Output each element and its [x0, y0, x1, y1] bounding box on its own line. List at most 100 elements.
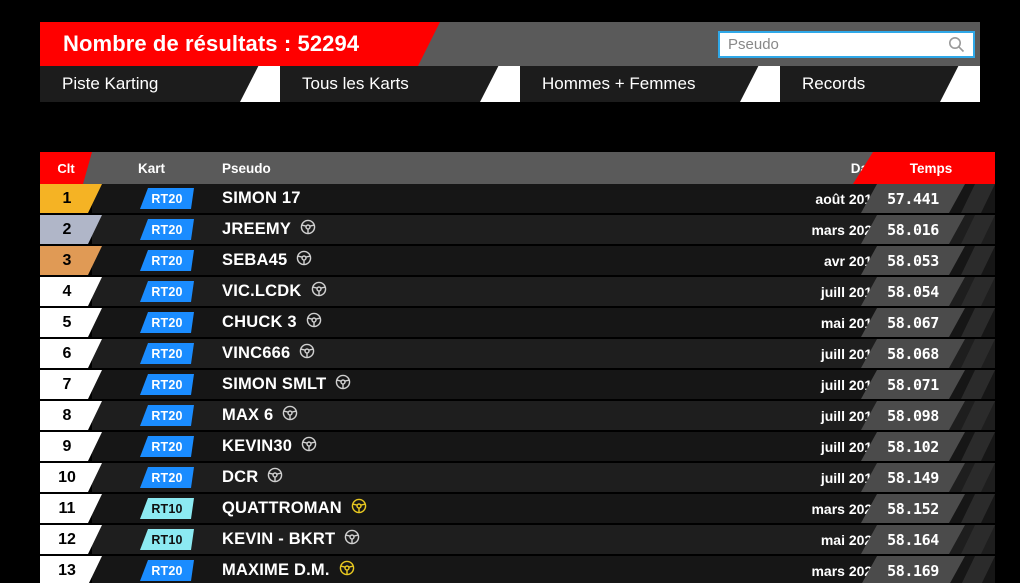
- pseudo-value: CHUCK 3: [222, 313, 297, 331]
- kart-badge: RT20: [140, 188, 194, 209]
- time-cell: 58.152: [853, 494, 995, 523]
- time-cell: 58.053: [853, 246, 995, 275]
- kart-badge: RT10: [140, 529, 194, 550]
- rank-value: 3: [62, 251, 72, 269]
- column-header-kart-label: Kart: [138, 160, 166, 176]
- pseudo-cell: VINC666: [222, 339, 315, 368]
- date-cell: mars 2022: [660, 556, 880, 583]
- search-icon[interactable]: [943, 35, 969, 55]
- time-chevron-icon: [961, 184, 995, 213]
- time-cell: 58.016: [853, 215, 995, 244]
- tab-records[interactable]: Records: [780, 66, 940, 102]
- time-chevron-icon: [961, 339, 995, 368]
- time-slab: 58.071: [861, 370, 965, 399]
- tab-separator-icon: [480, 66, 520, 102]
- tab-separator-icon: [240, 66, 280, 102]
- table-header-row: Clt Kart Pseudo Date Temps: [40, 152, 995, 184]
- time-cell: 58.067: [853, 308, 995, 337]
- tab-hommes-femmes[interactable]: Hommes + Femmes: [520, 66, 740, 102]
- time-slab: 58.149: [861, 463, 965, 492]
- time-cell: 58.164: [853, 525, 995, 554]
- kart-badge: RT20: [140, 436, 194, 457]
- tab-separator-icon: [740, 66, 780, 102]
- table-row[interactable]: 9 RT20 KEVIN30 juill 2018 58.102: [40, 432, 995, 463]
- time-cell: 57.441: [853, 184, 995, 213]
- kart-label: RT20: [151, 191, 183, 206]
- column-header-time-label: Temps: [909, 160, 953, 176]
- time-cell: 58.098: [853, 401, 995, 430]
- time-chevron-icon: [961, 494, 995, 523]
- time-chevron-icon: [961, 308, 995, 337]
- time-slab: 58.067: [861, 308, 965, 337]
- time-value: 58.016: [887, 220, 939, 239]
- tab-piste-karting[interactable]: Piste Karting: [40, 66, 240, 102]
- pseudo-cell: VIC.LCDK: [222, 277, 327, 306]
- column-header-pseudo-label: Pseudo: [222, 160, 271, 176]
- table-row[interactable]: 5 RT20 CHUCK 3 mai 2018 58.067: [40, 308, 995, 339]
- tab-piste-karting-label: Piste Karting: [62, 74, 159, 93]
- date-cell: août 2019: [660, 184, 880, 213]
- date-cell: mai 2018: [660, 308, 880, 337]
- steering-wheel-icon: [267, 467, 283, 488]
- pseudo-cell: MAX 6: [222, 401, 298, 430]
- table-row[interactable]: 13 RT20 MAXIME D.M. mars 2022 58.169: [40, 556, 995, 583]
- time-chevron-icon: [961, 401, 995, 430]
- column-header-rank[interactable]: Clt: [40, 152, 92, 184]
- pseudo-cell: KEVIN - BKRT: [222, 525, 360, 554]
- time-slab: 58.169: [861, 556, 965, 583]
- pseudo-value: VIC.LCDK: [222, 282, 302, 300]
- column-header-date[interactable]: Date: [660, 152, 880, 184]
- time-slab: 58.054: [861, 277, 965, 306]
- table-row[interactable]: 10 RT20 DCR juill 2018 58.149: [40, 463, 995, 494]
- time-value: 58.102: [887, 437, 939, 456]
- column-header-time[interactable]: Temps: [853, 152, 995, 184]
- tab-tous-les-karts[interactable]: Tous les Karts: [280, 66, 480, 102]
- table-row[interactable]: 4 RT20 VIC.LCDK juill 2019 58.054: [40, 277, 995, 308]
- time-chevron-icon: [961, 463, 995, 492]
- kart-badge: RT20: [140, 219, 194, 240]
- time-chevron-icon: [961, 556, 995, 583]
- table-row[interactable]: 8 RT20 MAX 6 juill 2018 58.098: [40, 401, 995, 432]
- kart-label: RT10: [151, 532, 183, 547]
- time-value: 58.149: [887, 468, 939, 487]
- time-chevron-icon: [961, 432, 995, 461]
- kart-label: RT20: [151, 346, 183, 361]
- kart-badge: RT20: [140, 343, 194, 364]
- rank-value: 5: [62, 313, 72, 331]
- steering-wheel-icon: [306, 312, 322, 333]
- kart-badge: RT20: [140, 467, 194, 488]
- table-row[interactable]: 11 RT10 QUATTROMAN mars 2021 58.152: [40, 494, 995, 525]
- time-chevron-icon: [961, 370, 995, 399]
- time-slab: 58.152: [861, 494, 965, 523]
- steering-wheel-icon: [335, 374, 351, 395]
- kart-badge: RT20: [140, 281, 194, 302]
- rank-value: 7: [62, 375, 72, 393]
- steering-wheel-icon: [351, 498, 367, 519]
- rank-value: 9: [62, 437, 72, 455]
- kart-label: RT20: [151, 253, 183, 268]
- time-value: 58.053: [887, 251, 939, 270]
- pseudo-cell: JREEMY: [222, 215, 316, 244]
- time-slab: 58.016: [861, 215, 965, 244]
- table-row[interactable]: 3 RT20 SEBA45 avr 2018 58.053: [40, 246, 995, 277]
- column-header-pseudo[interactable]: Pseudo: [222, 152, 271, 184]
- steering-wheel-icon: [301, 436, 317, 457]
- date-cell: juill 2018: [660, 432, 880, 461]
- time-slab: 58.164: [861, 525, 965, 554]
- pseudo-cell: SIMON SMLT: [222, 370, 351, 399]
- pseudo-value: QUATTROMAN: [222, 499, 342, 517]
- rank-value: 6: [62, 344, 72, 362]
- column-header-kart[interactable]: Kart: [138, 152, 165, 184]
- table-row[interactable]: 6 RT20 VINC666 juill 2018 58.068: [40, 339, 995, 370]
- date-cell: mai 2022: [660, 525, 880, 554]
- table-row[interactable]: 1 RT20 SIMON 17 août 2019 57.441: [40, 184, 995, 215]
- time-cell: 58.169: [853, 556, 995, 583]
- search-box[interactable]: [718, 31, 975, 58]
- table-row[interactable]: 7 RT20 SIMON SMLT juill 2018 58.071: [40, 370, 995, 401]
- table-row[interactable]: 2 RT20 JREEMY mars 2022 58.016: [40, 215, 995, 246]
- search-input[interactable]: [720, 36, 943, 53]
- time-value: 58.164: [887, 530, 939, 549]
- steering-wheel-icon: [300, 219, 316, 240]
- table-row[interactable]: 12 RT10 KEVIN - BKRT mai 2022 58.164: [40, 525, 995, 556]
- date-cell: juill 2018: [660, 401, 880, 430]
